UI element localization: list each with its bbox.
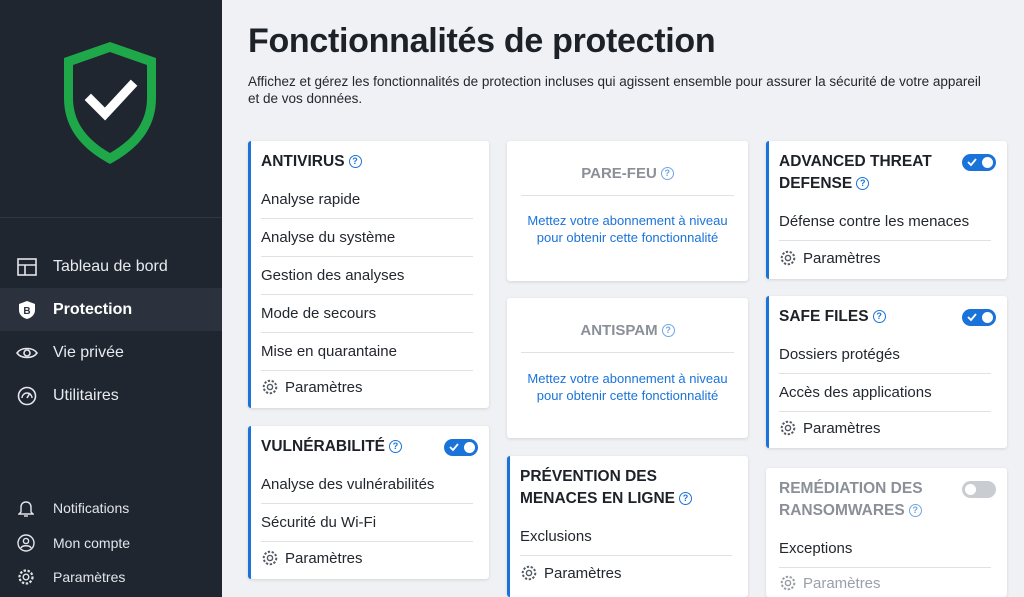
sidebar-item-dashboard[interactable]: Tableau de bord [0, 245, 222, 288]
check-icon [449, 443, 459, 452]
atd-title: ADVANCED THREAT DEFENSE? [779, 153, 932, 192]
antivirus-quick-scan[interactable]: Analyse rapide [261, 181, 473, 219]
page-title: Fonctionnalités de protection [248, 22, 716, 60]
vulnerability-settings-button[interactable]: Paramètres [261, 540, 473, 576]
vulnerability-toggle[interactable] [444, 439, 478, 456]
atd-threat-defense[interactable]: Défense contre les menaces [779, 203, 991, 241]
settings-label: Paramètres [285, 378, 363, 396]
page-description: Affichez et gérez les fonctionnalités de… [248, 74, 981, 106]
antivirus-rescue-mode[interactable]: Mode de secours [261, 295, 473, 333]
atd-settings-button[interactable]: Paramètres [779, 240, 991, 276]
sidebar-item-label: Notifications [53, 500, 130, 516]
ransomware-settings-button[interactable]: Paramètres [779, 567, 991, 597]
protected-folders[interactable]: Dossiers protégés [779, 336, 991, 374]
antivirus-quarantine[interactable]: Mise en quarantaine [261, 333, 473, 371]
antispam-card: ANTISPAM? Mettez votre abonnement à nive… [507, 298, 748, 438]
help-icon[interactable]: ? [679, 492, 693, 505]
safe-files-toggle[interactable] [962, 309, 996, 326]
check-icon [967, 313, 977, 322]
gear-icon [261, 378, 279, 396]
ransomware-title: REMÉDIATION DES RANSOMWARES? [779, 480, 923, 519]
sidebar-item-settings[interactable]: Paramètres [0, 562, 222, 592]
divider [521, 352, 734, 353]
gear-icon [779, 249, 797, 267]
toggle-knob [982, 157, 993, 168]
gear-icon [779, 419, 797, 437]
vulnerability-title: VULNÉRABILITÉ? [261, 436, 402, 458]
toggle-knob [464, 442, 475, 453]
firewall-upgrade-link[interactable]: Mettez votre abonnement à niveau pour ob… [527, 212, 728, 246]
toggle-knob [965, 484, 976, 495]
dashboard-icon [16, 256, 38, 278]
ransomware-remediation-card: REMÉDIATION DES RANSOMWARES? Exceptions P… [766, 468, 1007, 597]
antispam-title: ANTISPAM? [507, 322, 748, 339]
gear-icon [16, 567, 36, 587]
sidebar-item-label: Paramètres [53, 569, 126, 585]
settings-label: Paramètres [803, 419, 881, 437]
eye-icon [16, 342, 38, 364]
settings-label: Paramètres [803, 574, 881, 592]
advanced-threat-defense-card: ADVANCED THREAT DEFENSE? Défense contre l… [766, 141, 1007, 279]
safe-files-settings-button[interactable]: Paramètres [779, 410, 991, 446]
online-threat-prevention-card: PRÉVENTION DES MENACES EN LIGNE? Exclusio… [507, 456, 748, 597]
sidebar-item-label: Tableau de bord [53, 257, 168, 275]
sidebar-item-label: Protection [53, 300, 133, 318]
prevention-settings-button[interactable]: Paramètres [520, 555, 732, 591]
gear-icon [520, 564, 538, 582]
divider [521, 195, 734, 196]
antivirus-settings-button[interactable]: Paramètres [261, 369, 473, 405]
help-icon[interactable]: ? [872, 310, 886, 323]
protection-shield-icon: B [16, 299, 38, 321]
sidebar-item-label: Mon compte [53, 535, 131, 551]
gear-icon [779, 574, 797, 592]
settings-label: Paramètres [544, 564, 622, 582]
firewall-title: PARE-FEU? [507, 165, 748, 182]
sidebar-item-notifications[interactable]: Notifications [0, 493, 222, 523]
account-icon [16, 533, 36, 553]
antivirus-title: ANTIVIRUS? [261, 151, 362, 173]
prevention-title: PRÉVENTION DES MENACES EN LIGNE? [520, 466, 693, 510]
help-icon[interactable]: ? [908, 504, 922, 517]
help-icon[interactable]: ? [661, 324, 675, 337]
sidebar-divider [0, 217, 222, 218]
ransomware-toggle[interactable] [962, 481, 996, 498]
antispam-upgrade-link[interactable]: Mettez votre abonnement à niveau pour ob… [527, 370, 728, 404]
sidebar-item-protection[interactable]: B Protection [0, 288, 222, 331]
sidebar: Tableau de bord B Protection Vie privée … [0, 0, 222, 597]
settings-label: Paramètres [285, 549, 363, 567]
sidebar-item-label: Vie privée [53, 343, 124, 361]
sidebar-item-privacy[interactable]: Vie privée [0, 331, 222, 374]
antivirus-card: ANTIVIRUS? Analyse rapide Analyse du sys… [248, 141, 489, 408]
ransomware-exceptions[interactable]: Exceptions [779, 530, 991, 568]
antivirus-scan-management[interactable]: Gestion des analyses [261, 257, 473, 295]
vulnerability-scan[interactable]: Analyse des vulnérabilités [261, 466, 473, 504]
vulnerability-card: VULNÉRABILITÉ? Analyse des vulnérabilité… [248, 426, 489, 579]
atd-toggle[interactable] [962, 154, 996, 171]
sidebar-item-utilities[interactable]: Utilitaires [0, 374, 222, 417]
bell-icon [16, 498, 36, 518]
application-access[interactable]: Accès des applications [779, 374, 991, 412]
bitdefender-shield-logo [64, 42, 156, 164]
help-icon[interactable]: ? [348, 155, 362, 168]
sidebar-item-label: Utilitaires [53, 386, 119, 404]
help-icon[interactable]: ? [856, 177, 870, 190]
help-icon[interactable]: ? [389, 440, 402, 453]
safe-files-title: SAFE FILES? [779, 306, 886, 328]
safe-files-card: SAFE FILES? Dossiers protégés Accès des … [766, 296, 1007, 448]
gear-icon [261, 549, 279, 567]
prevention-exclusions[interactable]: Exclusions [520, 518, 732, 556]
toggle-knob [982, 312, 993, 323]
check-icon [967, 158, 977, 167]
help-icon[interactable]: ? [660, 167, 674, 180]
antivirus-system-scan[interactable]: Analyse du système [261, 219, 473, 257]
gauge-icon [16, 385, 38, 407]
svg-text:B: B [23, 306, 30, 317]
firewall-card: PARE-FEU? Mettez votre abonnement à nive… [507, 141, 748, 281]
sidebar-item-account[interactable]: Mon compte [0, 528, 222, 558]
wifi-security[interactable]: Sécurité du Wi-Fi [261, 504, 473, 542]
settings-label: Paramètres [803, 249, 881, 267]
